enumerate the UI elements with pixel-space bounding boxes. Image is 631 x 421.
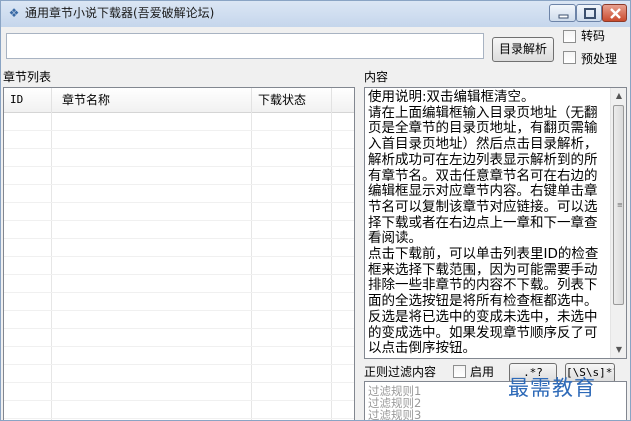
transcode-label: 转码 <box>581 29 606 43</box>
row-divider <box>4 130 354 131</box>
transcode-checkbox[interactable] <box>563 30 576 43</box>
filter-rules-text: 过滤规则1 过滤规则2 过滤规则3 <box>368 385 422 421</box>
book-icon: ❖ <box>8 6 20 20</box>
grip-icon: ≡ <box>617 201 623 209</box>
column-divider <box>251 112 252 420</box>
minimize-button[interactable] <box>549 4 576 22</box>
chapter-list[interactable]: ID 章节名称 下载状态 <box>3 87 355 420</box>
parse-directory-button[interactable]: 目录解析 <box>492 37 554 62</box>
row-divider <box>4 148 354 149</box>
scroll-up-arrow-icon[interactable]: ▲ <box>611 88 626 104</box>
close-button[interactable] <box>602 4 627 22</box>
row-divider <box>4 346 354 347</box>
close-icon <box>610 8 621 19</box>
column-divider <box>331 112 332 420</box>
chapter-list-title: 章节列表 <box>3 70 52 84</box>
row-divider <box>4 310 354 311</box>
maximize-icon <box>584 8 596 19</box>
app-window: ❖ 通用章节小说下载器(吾爱破解论坛) 目录解析 转码 预处理 章节列表 ID … <box>0 0 631 421</box>
preprocess-label: 预处理 <box>581 52 618 66</box>
row-divider <box>4 256 354 257</box>
regex-filter-label: 正则过滤内容 <box>364 365 437 379</box>
scroll-down-arrow-icon[interactable]: ▼ <box>611 342 626 358</box>
maximize-button[interactable] <box>576 4 602 22</box>
url-input[interactable] <box>6 33 484 59</box>
row-divider <box>4 400 354 401</box>
preprocess-checkbox[interactable] <box>563 51 576 64</box>
row-divider <box>4 382 354 383</box>
window-title: 通用章节小说下载器(吾爱破解论坛) <box>25 6 215 20</box>
column-header-download-status[interactable]: 下载状态 <box>252 88 332 112</box>
column-header-chapter-name[interactable]: 章节名称 <box>52 88 252 112</box>
enable-filter-checkbox[interactable] <box>453 365 466 378</box>
scrollbar-thumb[interactable]: ≡ <box>613 105 624 305</box>
row-divider <box>4 292 354 293</box>
row-divider <box>4 274 354 275</box>
row-divider <box>4 364 354 365</box>
row-divider <box>4 238 354 239</box>
minimize-icon <box>558 14 569 19</box>
table-header: ID 章节名称 下载状态 <box>4 88 354 113</box>
enable-filter-label: 启用 <box>470 365 495 379</box>
row-divider <box>4 328 354 329</box>
watermark-logo: 最需教育 <box>508 376 596 400</box>
content-editor[interactable]: 使用说明:双击编辑框清空。 请在上面编辑框输入目录页地址（无翻页是全章节的目录页… <box>364 87 627 359</box>
title-bar[interactable]: ❖ 通用章节小说下载器(吾爱破解论坛) <box>1 1 630 27</box>
row-divider <box>4 418 354 419</box>
filter-rule: 过滤规则3 <box>368 408 422 421</box>
column-divider <box>51 112 52 420</box>
row-divider <box>4 166 354 167</box>
content-title: 内容 <box>364 70 389 84</box>
content-scrollbar[interactable]: ▲ ≡ ▼ <box>610 88 626 358</box>
row-divider <box>4 202 354 203</box>
row-divider <box>4 184 354 185</box>
column-header-id[interactable]: ID <box>4 88 52 112</box>
content-text: 使用说明:双击编辑框清空。 请在上面编辑框输入目录页地址（无翻页是全章节的目录页… <box>368 89 599 357</box>
row-divider <box>4 220 354 221</box>
